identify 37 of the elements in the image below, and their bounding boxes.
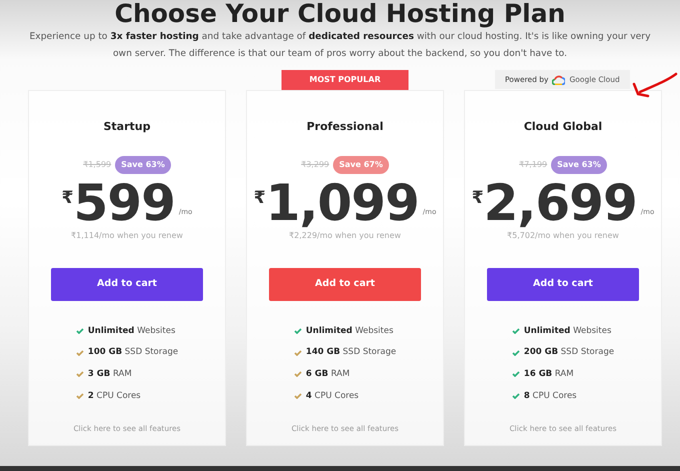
currency-symbol: ₹ xyxy=(254,186,266,210)
old-price: ₹1,599 xyxy=(83,158,112,170)
price: 599 xyxy=(74,178,175,228)
popular-ribbon: MOST POPULAR xyxy=(282,70,408,90)
feature-text: 100 GB SSD Storage xyxy=(88,346,178,359)
price: 1,099 xyxy=(266,178,419,228)
feature-text: 3 GB RAM xyxy=(88,368,132,381)
feature-text: 4 CPU Cores xyxy=(306,390,359,402)
renewal-price: ₹2,229/mo when you renew xyxy=(289,230,401,242)
add-to-cart-button[interactable]: Add to cart xyxy=(487,268,639,300)
plan-name: Professional xyxy=(306,119,384,135)
discount-badge: Save 67% xyxy=(333,156,389,174)
renewal-price: ₹5,702/mo when you renew xyxy=(507,230,619,242)
feature-text: Unlimited Websites xyxy=(524,324,612,338)
discount-badge: Save 63% xyxy=(551,156,607,174)
feature-text: 16 GB RAM xyxy=(524,368,574,381)
old-price: ₹7,199 xyxy=(519,158,548,170)
cloud-icon xyxy=(552,74,566,85)
feature-text: 2 CPU Cores xyxy=(88,390,141,402)
discount-badge: Save 63% xyxy=(115,156,171,174)
add-to-cart-button[interactable]: Add to cart xyxy=(51,268,203,300)
plan-name: Cloud Global xyxy=(524,119,602,135)
price: 2,699 xyxy=(484,178,637,228)
feature-text: 140 GB SSD Storage xyxy=(306,346,396,359)
feature-text: Unlimited Websites xyxy=(88,324,176,338)
currency-symbol: ₹ xyxy=(472,186,484,210)
feature-text: 8 CPU Cores xyxy=(524,390,577,402)
currency-symbol: ₹ xyxy=(62,186,74,210)
feature-text: 200 GB SSD Storage xyxy=(524,346,614,359)
feature-text: 6 GB RAM xyxy=(306,368,350,381)
intro-text: Experience up to 3x faster hosting and take advantage of dedicated resources with our cloud hosting. It's is like owning your very own server. The difference is that our team of pros worry about the backend, so you don't have to. xyxy=(28,30,652,61)
old-price: ₹3,299 xyxy=(301,158,330,170)
feature-text: Unlimited Websites xyxy=(306,324,394,338)
add-to-cart-button[interactable]: Add to cart xyxy=(269,268,421,300)
page-heading: Choose Your Cloud Hosting Plan xyxy=(114,0,566,28)
renewal-price: ₹1,114/mo when you renew xyxy=(71,230,183,242)
plan-name: Startup xyxy=(104,119,150,135)
